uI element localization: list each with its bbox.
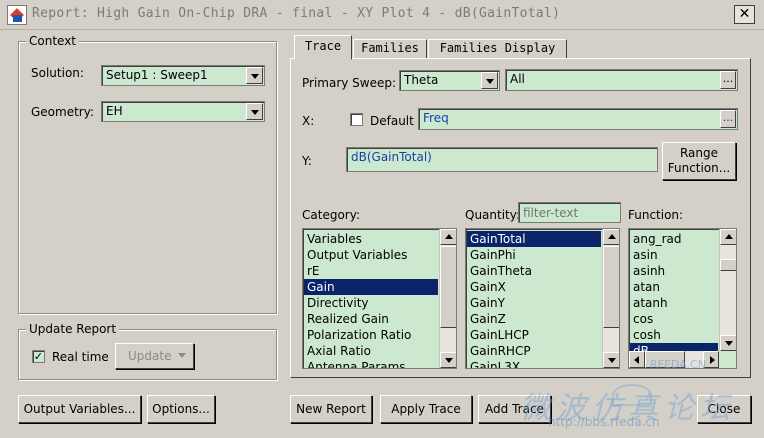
x-label: X: — [302, 114, 315, 128]
solution-value: Setup1 : Sweep1 — [106, 68, 208, 82]
category-label: Category: — [302, 208, 360, 222]
quantity-item[interactable]: GainY — [467, 295, 601, 311]
window-title: Report: High Gain On-Chip DRA - final - … — [32, 6, 561, 21]
quantity-label: Quantity: — [465, 208, 521, 222]
watermark-url: http://bbs.rfeda.cn — [548, 415, 660, 429]
geometry-select[interactable]: EH — [101, 101, 265, 122]
scroll-thumb[interactable] — [720, 259, 736, 271]
scroll-down-icon[interactable] — [440, 352, 456, 368]
scroll-thumb[interactable] — [603, 246, 619, 328]
scroll-down-icon[interactable] — [603, 352, 619, 368]
quantity-item[interactable]: GainRHCP — [467, 343, 601, 359]
tab-trace[interactable]: Trace — [294, 35, 352, 60]
quantity-item[interactable]: GainPhi — [467, 247, 601, 263]
geometry-value: EH — [106, 104, 123, 118]
sweep-range-browse-button[interactable]: ... — [720, 71, 736, 89]
watermark-brand: RFEDA.CN — [650, 358, 706, 371]
x-expression-field[interactable]: Freq ... — [418, 108, 738, 130]
tab-families[interactable]: Families — [353, 39, 427, 59]
window-close-icon[interactable]: ✕ — [734, 5, 755, 24]
y-expression-value: dB(GainTotal) — [351, 150, 432, 164]
quantity-list[interactable]: GainTotal GainPhi GainTheta GainX GainY … — [465, 228, 620, 369]
sweep-range-field[interactable]: All ... — [505, 69, 738, 91]
title-bar[interactable]: Report: High Gain On-Chip DRA - final - … — [0, 0, 764, 30]
scroll-up-icon[interactable] — [440, 229, 456, 245]
category-item[interactable]: Output Variables — [304, 247, 438, 263]
quantity-item[interactable]: GainX — [467, 279, 601, 295]
category-list[interactable]: Variables Output Variables rE Gain Direc… — [302, 228, 457, 369]
geometry-dropdown-arrow-icon[interactable] — [246, 103, 263, 120]
options-button[interactable]: Options... — [147, 395, 215, 423]
solution-dropdown-arrow-icon[interactable] — [246, 67, 263, 84]
quantity-item[interactable]: GainZ — [467, 311, 601, 327]
solution-label: Solution: — [31, 66, 84, 80]
update-button[interactable]: Update — [115, 343, 194, 369]
scroll-left-icon[interactable] — [629, 351, 645, 368]
function-item[interactable]: cos — [630, 311, 718, 327]
scroll-down-icon[interactable] — [720, 335, 736, 351]
primary-sweep-dropdown-arrow-icon[interactable] — [481, 72, 498, 89]
primary-sweep-label: Primary Sweep: — [302, 76, 397, 90]
y-expression-field[interactable]: dB(GainTotal) — [346, 147, 658, 172]
update-dropdown-arrow-icon — [178, 353, 186, 358]
function-label: Function: — [628, 208, 684, 222]
function-item[interactable]: atanh — [630, 295, 718, 311]
scroll-up-icon[interactable] — [720, 229, 736, 245]
y-label: Y: — [302, 154, 312, 168]
realtime-checkbox[interactable]: ✓ — [32, 350, 45, 363]
category-item[interactable]: Polarization Ratio — [304, 327, 438, 343]
quantity-item[interactable]: GainLHCP — [467, 327, 601, 343]
update-button-label: Update — [128, 349, 172, 363]
quantity-filter-input[interactable] — [518, 202, 621, 223]
x-default-checkbox[interactable] — [350, 113, 363, 126]
x-expression-value: Freq — [423, 111, 449, 125]
category-item[interactable]: Antenna Params — [304, 359, 438, 368]
primary-sweep-value: Theta — [404, 73, 439, 87]
function-scrollbar[interactable] — [719, 229, 736, 351]
function-item[interactable]: asin — [630, 247, 718, 263]
category-item[interactable]: Variables — [304, 231, 438, 247]
scroll-up-icon[interactable] — [603, 229, 619, 245]
new-report-button[interactable]: New Report — [290, 395, 372, 423]
function-item[interactable]: asinh — [630, 263, 718, 279]
tab-families-display[interactable]: Families Display — [428, 39, 567, 59]
quantity-item[interactable]: GainL3X — [467, 359, 601, 368]
category-scrollbar[interactable] — [439, 229, 456, 368]
quantity-item[interactable]: GainTheta — [467, 263, 601, 279]
range-function-button[interactable]: Range Function... — [662, 142, 736, 180]
x-default-label: Default — [370, 114, 414, 128]
realtime-label: Real time — [52, 350, 109, 364]
solution-select[interactable]: Setup1 : Sweep1 — [101, 65, 265, 86]
sweep-range-value: All — [510, 72, 525, 86]
app-icon — [7, 5, 27, 25]
scroll-thumb[interactable] — [440, 246, 456, 328]
quantity-item-selected[interactable]: GainTotal — [467, 231, 601, 247]
category-item-selected[interactable]: Gain — [304, 279, 438, 295]
function-list[interactable]: ang_rad asin asinh atan atanh cos cosh d… — [628, 228, 737, 369]
geometry-label: Geometry: — [31, 105, 95, 119]
category-item[interactable]: Directivity — [304, 295, 438, 311]
x-expression-browse-button[interactable]: ... — [720, 110, 736, 128]
quantity-scrollbar[interactable] — [602, 229, 619, 368]
primary-sweep-select[interactable]: Theta — [399, 70, 500, 91]
function-item[interactable]: cosh — [630, 327, 718, 343]
apply-trace-button[interactable]: Apply Trace — [380, 395, 472, 423]
function-item[interactable]: atan — [630, 279, 718, 295]
function-item[interactable]: ang_rad — [630, 231, 718, 247]
category-item[interactable]: Realized Gain — [304, 311, 438, 327]
update-report-label: Update Report — [26, 322, 120, 336]
category-item[interactable]: rE — [304, 263, 438, 279]
context-group-label: Context — [26, 34, 80, 48]
output-variables-button[interactable]: Output Variables... — [18, 395, 141, 423]
category-item[interactable]: Axial Ratio — [304, 343, 438, 359]
